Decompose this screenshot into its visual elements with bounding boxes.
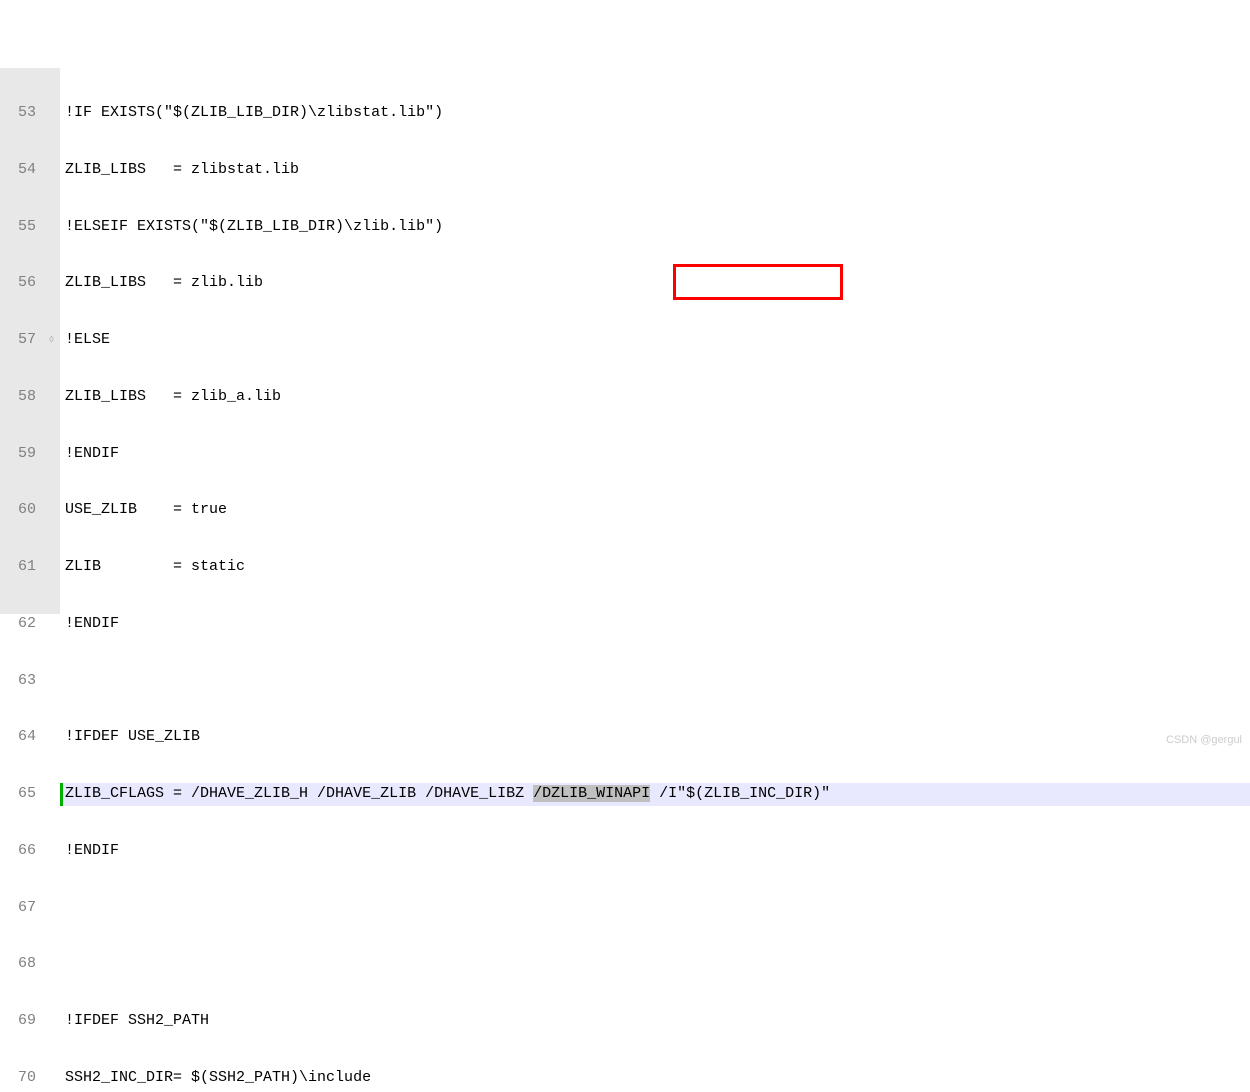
code-line[interactable] <box>60 897 1250 920</box>
current-line[interactable]: ZLIB_CFLAGS = /DHAVE_ZLIB_H /DHAVE_ZLIB … <box>60 783 1250 806</box>
selected-text[interactable]: /DZLIB_WINAPI <box>533 785 650 802</box>
line-number: 60 <box>2 499 38 522</box>
code-text-prefix: ZLIB_CFLAGS = /DHAVE_ZLIB_H /DHAVE_ZLIB … <box>65 785 533 802</box>
line-number: 64 <box>2 726 38 749</box>
line-number: 58 <box>2 386 38 409</box>
code-line[interactable]: SSH2_INC_DIR= $(SSH2_PATH)\include <box>60 1067 1250 1090</box>
code-line[interactable] <box>60 670 1250 693</box>
code-line[interactable]: !IFDEF SSH2_PATH <box>60 1010 1250 1033</box>
code-line[interactable]: USE_ZLIB = true <box>60 499 1250 522</box>
line-number: 59 <box>2 443 38 466</box>
line-number: 61 <box>2 556 38 579</box>
code-line[interactable] <box>60 953 1250 976</box>
code-line[interactable]: !ENDIF <box>60 443 1250 466</box>
line-number: 69 <box>2 1010 38 1033</box>
line-number: 68 <box>2 953 38 976</box>
watermark: CSDN @gergul <box>1166 734 1242 746</box>
code-line[interactable]: !ELSEIF EXISTS("$(ZLIB_LIB_DIR)\zlib.lib… <box>60 216 1250 239</box>
line-number: 70 <box>2 1067 38 1090</box>
code-line[interactable]: ZLIB_LIBS = zlibstat.lib <box>60 159 1250 182</box>
code-line[interactable]: !ENDIF <box>60 613 1250 636</box>
line-number: 63 <box>2 670 38 693</box>
line-number: 56 <box>2 272 38 295</box>
line-number: 57 <box>2 329 38 352</box>
code-text-suffix: /I"$(ZLIB_INC_DIR)" <box>650 785 830 802</box>
line-number: 53 <box>2 102 38 125</box>
line-number: 55 <box>2 216 38 239</box>
line-number: 66 <box>2 840 38 863</box>
line-number: 65 <box>2 783 38 806</box>
code-editor[interactable]: 53 54 55 56 57 58 59 60 61 62 63 64 65 6… <box>0 68 1250 614</box>
line-number: 67 <box>2 897 38 920</box>
code-line[interactable]: !IF EXISTS("$(ZLIB_LIB_DIR)\zlibstat.lib… <box>60 102 1250 125</box>
code-line[interactable]: ZLIB_LIBS = zlib_a.lib <box>60 386 1250 409</box>
line-number: 62 <box>2 613 38 636</box>
bookmark-icon: ⬨ <box>49 329 54 352</box>
line-number: 54 <box>2 159 38 182</box>
code-line[interactable]: ⬨!ELSE <box>60 329 1250 352</box>
code-text-area[interactable]: !IF EXISTS("$(ZLIB_LIB_DIR)\zlibstat.lib… <box>60 68 1250 614</box>
code-line[interactable]: !ENDIF <box>60 840 1250 863</box>
code-line[interactable]: ZLIB = static <box>60 556 1250 579</box>
code-text: !ELSE <box>65 331 110 348</box>
line-number-gutter: 53 54 55 56 57 58 59 60 61 62 63 64 65 6… <box>0 68 42 614</box>
code-line[interactable]: ZLIB_LIBS = zlib.lib <box>60 272 1250 295</box>
code-line[interactable]: !IFDEF USE_ZLIB <box>60 726 1250 749</box>
